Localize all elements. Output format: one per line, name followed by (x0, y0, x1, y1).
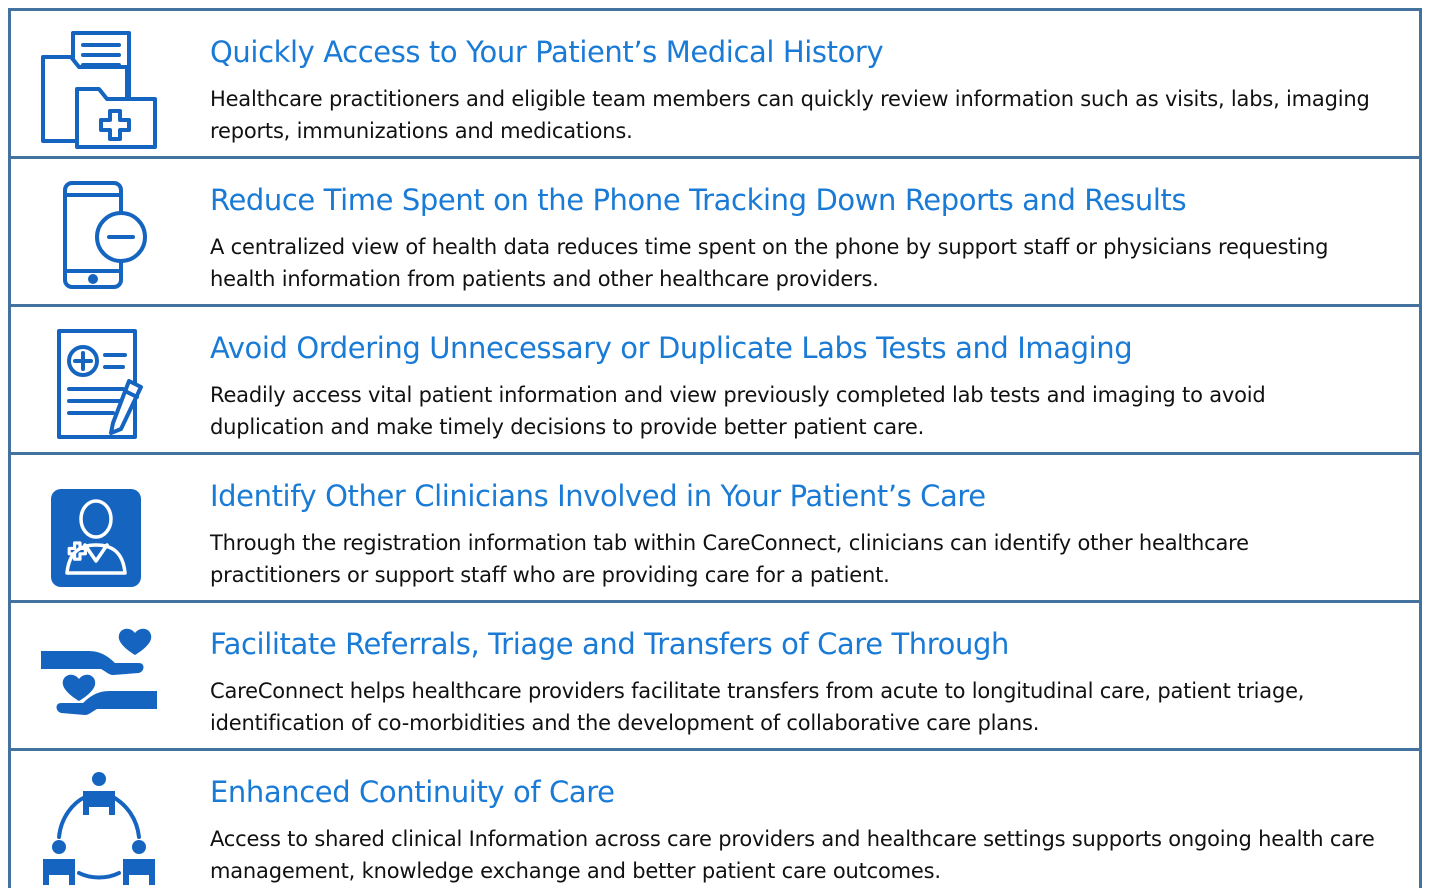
benefit-title: Quickly Access to Your Patient’s Medical… (210, 35, 884, 69)
benefits-panel: Quickly Access to Your Patient’s Medical… (8, 8, 1422, 888)
benefit-row: Avoid Ordering Unnecessary or Duplicate … (11, 307, 1419, 455)
phone-icon (39, 177, 159, 297)
benefit-title: Enhanced Continuity of Care (210, 775, 615, 809)
benefit-row: Reduce Time Spent on the Phone Tracking … (11, 159, 1419, 307)
benefit-description: Access to shared clinical Information ac… (210, 827, 1375, 883)
benefit-title: Facilitate Referrals, Triage and Transfe… (210, 627, 1009, 661)
medical-folder-icon (39, 29, 159, 149)
benefit-row: Quickly Access to Your Patient’s Medical… (11, 11, 1419, 159)
care-team-cycle-icon (39, 769, 159, 889)
clinician-icon (39, 473, 159, 593)
benefit-description: Readily access vital patient information… (210, 383, 1266, 439)
benefit-title: Avoid Ordering Unnecessary or Duplicate … (210, 331, 1133, 365)
benefit-title: Reduce Time Spent on the Phone Tracking … (210, 183, 1187, 217)
lab-order-icon (39, 325, 159, 445)
benefit-row: Identify Other Clinicians Involved in Yo… (11, 455, 1419, 603)
benefit-description: Healthcare practitioners and eligible te… (210, 87, 1370, 143)
benefit-description: A centralized view of health data reduce… (210, 235, 1329, 291)
benefit-row: Enhanced Continuity of Care Access to sh… (11, 751, 1419, 891)
helping-hands-heart-icon (39, 621, 159, 741)
benefit-description: Through the registration information tab… (210, 531, 1249, 587)
benefit-row: Facilitate Referrals, Triage and Transfe… (11, 603, 1419, 751)
benefit-description: CareConnect helps healthcare providers f… (210, 679, 1305, 735)
benefit-title: Identify Other Clinicians Involved in Yo… (210, 479, 986, 513)
